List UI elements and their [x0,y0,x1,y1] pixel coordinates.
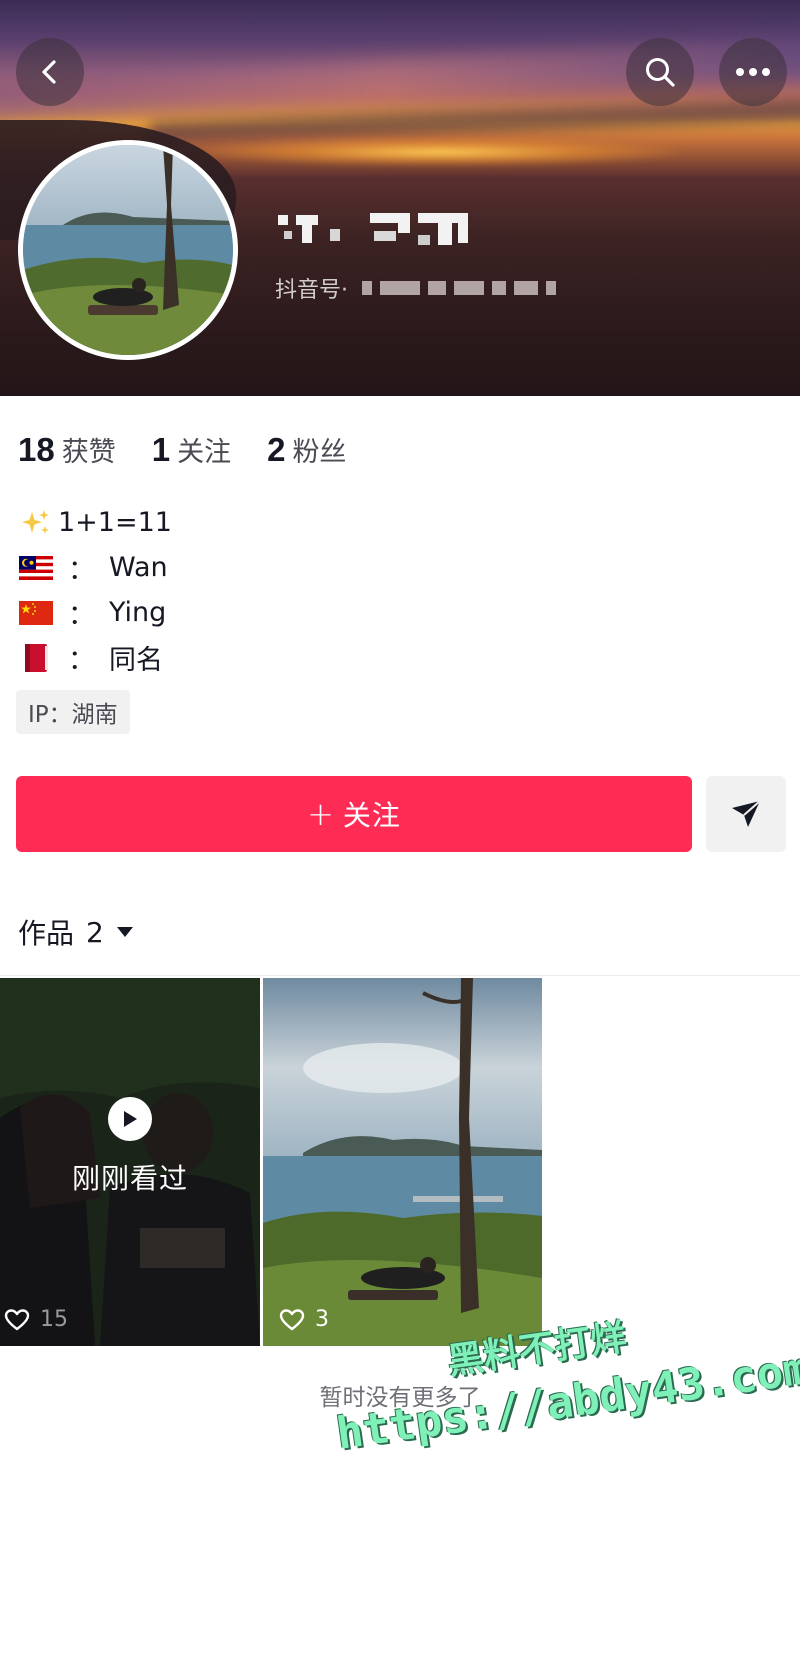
follow-label: 关注 [342,799,401,832]
douyin-id: 抖音号· [275,272,556,304]
heart-icon [279,1308,305,1330]
video-thumbnail [263,978,542,1346]
bio-text: Ying [109,597,167,628]
stat-likes-value: 18 [18,431,55,468]
follow-button[interactable]: + 关注 [16,776,692,852]
bio-line: 1+1=11 [18,500,172,545]
no-more-content: 暂时没有更多了 [319,1385,481,1411]
stat-following-value: 1 [151,431,171,468]
bio-line: ： 同名 [18,635,172,680]
video-likes: 15 [4,1307,68,1332]
heart-icon [4,1308,30,1330]
stat-likes-label: 获赞 [61,437,116,468]
caret-down-icon [116,925,134,939]
tab-works[interactable]: 作品 2 [18,912,134,952]
nickname-pixelated [278,205,518,255]
search-button[interactable] [626,38,694,106]
more-button[interactable] [719,38,787,106]
video-likes-count: 15 [40,1307,68,1332]
bio-text: Wan [109,552,168,583]
stat-likes[interactable]: 18 获赞 [18,430,116,469]
stat-following[interactable]: 1 关注 [152,430,231,469]
works-count: 2 [86,915,104,949]
malaysia-flag-icon [18,553,54,583]
bio-separator: ： [68,645,95,676]
bio-text: 1+1=11 [58,507,172,538]
recently-watched-overlay: 刚刚看过 [0,978,260,1346]
play-icon [108,1097,152,1141]
share-button[interactable] [706,776,786,852]
stat-following-label: 关注 [177,437,232,468]
sparkles-icon [18,508,54,538]
profile-stats: 18 获赞 1 关注 2 粉丝 [18,430,382,469]
recently-watched-label: 刚刚看过 [71,1162,188,1195]
ip-location-tag: IP：湖南 [16,690,130,734]
video-tile[interactable]: 3 [263,978,542,1346]
plus-icon: + [307,795,335,833]
search-icon [646,58,675,87]
bio: 1+1=11 ： Wan ： Ying ： 同名 [18,500,172,680]
douyin-id-label: 抖音号· [275,278,348,303]
more-dots-icon [736,68,770,76]
stat-followers[interactable]: 2 粉丝 [267,430,346,469]
stat-followers-value: 2 [267,431,286,468]
douyin-id-pixelated [362,281,556,295]
bio-line: ： Ying [18,590,172,635]
china-flag-icon [18,598,54,628]
red-book-icon [18,643,54,673]
bio-separator: ： [68,600,95,631]
video-likes-count: 3 [315,1307,329,1332]
send-icon [732,800,761,827]
avatar[interactable] [18,140,238,360]
works-label: 作品 [18,917,75,950]
stat-followers-label: 粉丝 [292,437,347,468]
back-arrow-icon [42,60,56,84]
divider [0,975,800,976]
bio-text: 同名 [109,645,163,676]
video-likes: 3 [279,1307,329,1332]
bio-separator: ： [68,555,95,586]
video-tile[interactable]: 刚刚看过 15 [0,978,260,1346]
back-button[interactable] [16,38,84,106]
bio-line: ： Wan [18,545,172,590]
